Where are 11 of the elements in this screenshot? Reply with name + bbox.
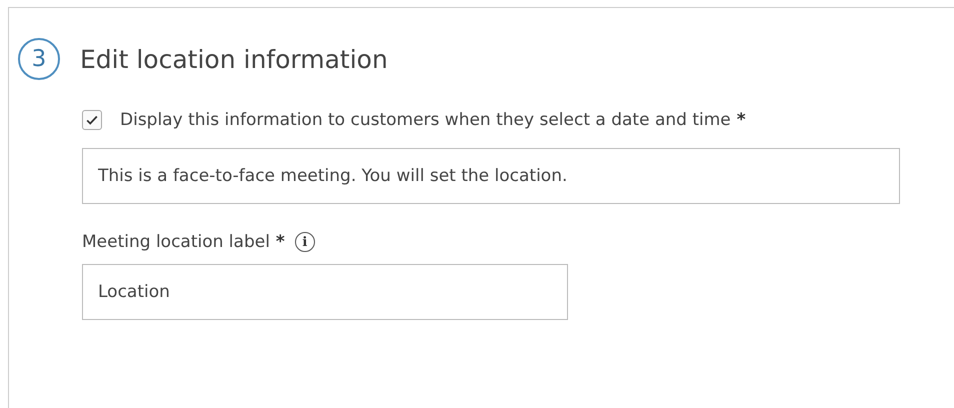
input-field[interactable]: Location	[82, 264, 568, 320]
field-label: Meeting location label	[82, 232, 270, 252]
required-mark: *	[736, 110, 746, 130]
required-mark: *	[276, 232, 285, 252]
check-icon	[85, 113, 99, 127]
input-field[interactable]: This is a face-to-face meeting. You will set the location.	[82, 148, 900, 204]
checkbox[interactable]	[82, 110, 102, 130]
step-number: 3	[18, 38, 60, 80]
checkbox-label: Display this information to customers when they select a date and time	[120, 110, 731, 130]
section-title: Edit location information	[80, 44, 388, 74]
info-icon[interactable]: i	[294, 232, 315, 252]
